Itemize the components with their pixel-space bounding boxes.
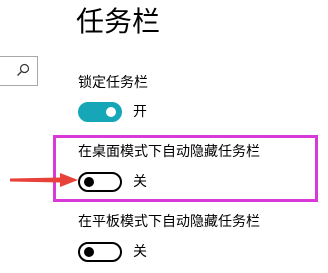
toggle-state-autohide-desktop: 关 bbox=[133, 174, 147, 190]
setting-label-autohide-tablet: 在平板模式下自动隐藏任务栏 bbox=[78, 214, 260, 230]
toggle-lock-taskbar[interactable] bbox=[78, 102, 122, 122]
toggle-state-lock-taskbar: 开 bbox=[133, 104, 147, 120]
search-icon bbox=[17, 63, 30, 76]
taskbar-settings-page: 任务栏 锁定任务栏 开 在桌面模式下自动隐藏任务栏 关 在平板模式下自动隐藏任务… bbox=[0, 0, 328, 273]
toggle-autohide-desktop[interactable] bbox=[78, 172, 122, 192]
page-title: 任务栏 bbox=[76, 5, 161, 38]
toggle-autohide-tablet[interactable] bbox=[78, 242, 122, 262]
arrow-right-icon bbox=[10, 173, 78, 187]
toggle-state-autohide-tablet: 关 bbox=[133, 244, 147, 260]
toggle-knob bbox=[84, 177, 94, 187]
toggle-knob bbox=[84, 247, 94, 257]
toggle-knob bbox=[106, 107, 116, 117]
search-box[interactable] bbox=[0, 56, 38, 86]
setting-label-lock-taskbar: 锁定任务栏 bbox=[78, 75, 148, 91]
setting-label-autohide-desktop: 在桌面模式下自动隐藏任务栏 bbox=[78, 144, 260, 160]
